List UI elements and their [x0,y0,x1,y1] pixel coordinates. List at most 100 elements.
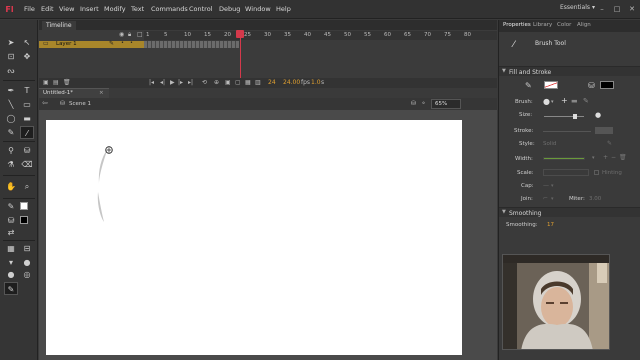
hand-tool-icon[interactable]: ✋ [4,180,18,193]
paint-bucket-tool-icon[interactable]: ⛁ [20,144,34,157]
edit-multiple-icon[interactable]: ▦ [245,79,251,86]
smoothing-value[interactable]: 17 [547,222,554,228]
onion-skin-icon[interactable]: ▣ [225,79,231,86]
playhead-handle[interactable] [236,30,244,38]
layer-row[interactable]: ▭ Layer 1 ✎ • • [39,40,144,48]
menu-debug[interactable]: Debug [219,5,240,13]
size-slider-thumb[interactable] [573,114,577,119]
document-tab[interactable]: Untitled-1* × [39,88,109,98]
tilt-icon[interactable]: ✎ [4,282,18,295]
smoothing-section-header[interactable]: ▼ Smoothing [499,207,640,217]
stroke-color-swatch[interactable] [544,81,558,89]
oval-tool-icon[interactable]: ◯ [4,112,18,125]
brush-tool-icon[interactable]: ⁄ [20,126,34,139]
subselection-tool-icon[interactable]: ↖ [20,36,34,49]
scene-name[interactable]: Scene 1 [69,101,91,107]
loop-icon[interactable]: ⟲ [202,79,207,86]
next-frame-icon[interactable]: |▸ [178,79,183,86]
timeline-tab[interactable]: Timeline [42,21,76,30]
current-frame[interactable]: 24 [268,79,276,86]
layer-name[interactable]: Layer 1 [56,41,77,47]
3d-rotation-tool-icon[interactable]: ✥ [20,50,34,63]
fill-color-swatch[interactable] [600,81,614,89]
width-profile[interactable] [543,157,585,160]
edit-symbol-icon[interactable]: ⚬ [421,100,426,107]
rectangle-tool-icon[interactable]: ▭ [20,98,34,111]
chevron-down-icon[interactable]: ▾ [592,155,595,161]
lasso-tool-icon[interactable]: ᔓ [4,64,18,77]
edit-brush-icon[interactable]: ✎ [583,97,589,105]
eyedropper-tool-icon[interactable]: ⚗ [4,158,18,171]
close-icon[interactable]: × [99,90,104,96]
add-width-icon[interactable]: + [603,154,608,161]
brush-shape-icon[interactable]: ● [543,97,550,106]
new-folder-icon[interactable]: ▤ [53,79,59,86]
tab-color[interactable]: Color [557,22,571,28]
pencil-tool-icon[interactable]: ✎ [4,126,18,139]
eraser-tool-icon[interactable]: ⌫ [20,158,34,171]
onion-markers-icon[interactable]: ▥ [255,79,261,86]
outline-icon[interactable]: □ [137,31,143,38]
swap-colors-icon[interactable]: ⇄ [4,226,18,239]
menu-edit[interactable]: Edit [41,5,54,13]
visibility-dot-icon[interactable]: • [121,40,124,46]
menu-control[interactable]: Control [189,5,213,13]
tab-align[interactable]: Align [577,22,591,28]
pressure-icon[interactable]: ◎ [20,268,34,281]
close-button[interactable]: ✕ [627,4,637,14]
remove-width-icon[interactable]: − [611,154,616,161]
back-arrow-icon[interactable]: ⇦ [42,99,48,107]
menu-text[interactable]: Text [131,5,144,13]
paint-bucket-icon[interactable]: ⛁ [588,81,595,90]
elapsed-time[interactable]: 1.0 [311,79,321,86]
lock-dot-icon[interactable]: • [130,40,133,46]
center-frame-icon[interactable]: ⊕ [214,79,219,86]
maximize-button[interactable]: □ [612,4,622,14]
tab-properties[interactable]: Properties [503,22,531,28]
menu-help[interactable]: Help [276,5,291,13]
eye-icon[interactable]: ◉ [119,31,124,38]
polystar-tool-icon[interactable]: ▬ [20,112,34,125]
delete-brush-icon[interactable]: ▬ [571,97,578,105]
menu-window[interactable]: Window [245,5,271,13]
menu-modify[interactable]: Modify [104,5,126,13]
size-slider-track[interactable] [544,116,584,117]
frame-ruler[interactable]: 1 5 10 15 20 25 30 35 40 45 50 55 60 65 … [144,31,497,40]
onion-outline-icon[interactable]: ▢ [235,79,241,86]
brush-mode-icon[interactable]: ▦ [4,242,18,255]
menu-file[interactable]: File [24,5,35,13]
minimize-button[interactable]: – [597,4,607,14]
layer-frames[interactable] [144,41,239,48]
play-icon[interactable]: ▶ [170,79,175,86]
first-frame-icon[interactable]: |◂ [149,79,154,86]
zoom-select[interactable]: 65% [431,99,461,109]
add-brush-icon[interactable]: + [561,96,568,105]
free-transform-tool-icon[interactable]: ⊡ [4,50,18,63]
lock-icon[interactable]: 🔒︎ [128,31,131,39]
stroke-color-icon[interactable]: ✎ [525,81,532,90]
fill-color-swatch[interactable] [20,216,28,224]
last-frame-icon[interactable]: ▸| [188,79,193,86]
chevron-down-icon[interactable]: ▾ [551,99,554,105]
menu-commands[interactable]: Commands [151,5,188,13]
menu-view[interactable]: View [59,5,74,13]
stroke-color-swatch[interactable] [20,202,28,210]
brush-stroke[interactable] [92,144,112,224]
workspace-switcher[interactable]: Essentials ▾ [560,4,595,11]
prev-frame-icon[interactable]: ◂| [160,79,165,86]
selection-tool-icon[interactable]: ➤ [4,36,18,49]
zoom-tool-icon[interactable]: ⌕ [20,180,34,193]
stroke-color-icon[interactable]: ✎ [4,200,18,213]
bone-tool-icon[interactable]: ⚲ [4,144,18,157]
line-tool-icon[interactable]: ╲ [4,98,18,111]
object-drawing-icon[interactable]: ● [4,268,18,281]
new-layer-icon[interactable]: ▣ [43,79,49,86]
menu-insert[interactable]: Insert [80,5,99,13]
lock-fill-icon[interactable]: ⊟ [20,242,34,255]
tab-library[interactable]: Library [533,22,552,28]
fill-stroke-section-header[interactable]: ▼ Fill and Stroke [499,66,640,76]
delete-width-icon[interactable]: 🗑︎ [619,154,627,161]
edit-scene-icon[interactable]: ⛁ [411,100,416,107]
stage[interactable] [46,120,462,355]
text-tool-icon[interactable]: T [20,84,34,97]
